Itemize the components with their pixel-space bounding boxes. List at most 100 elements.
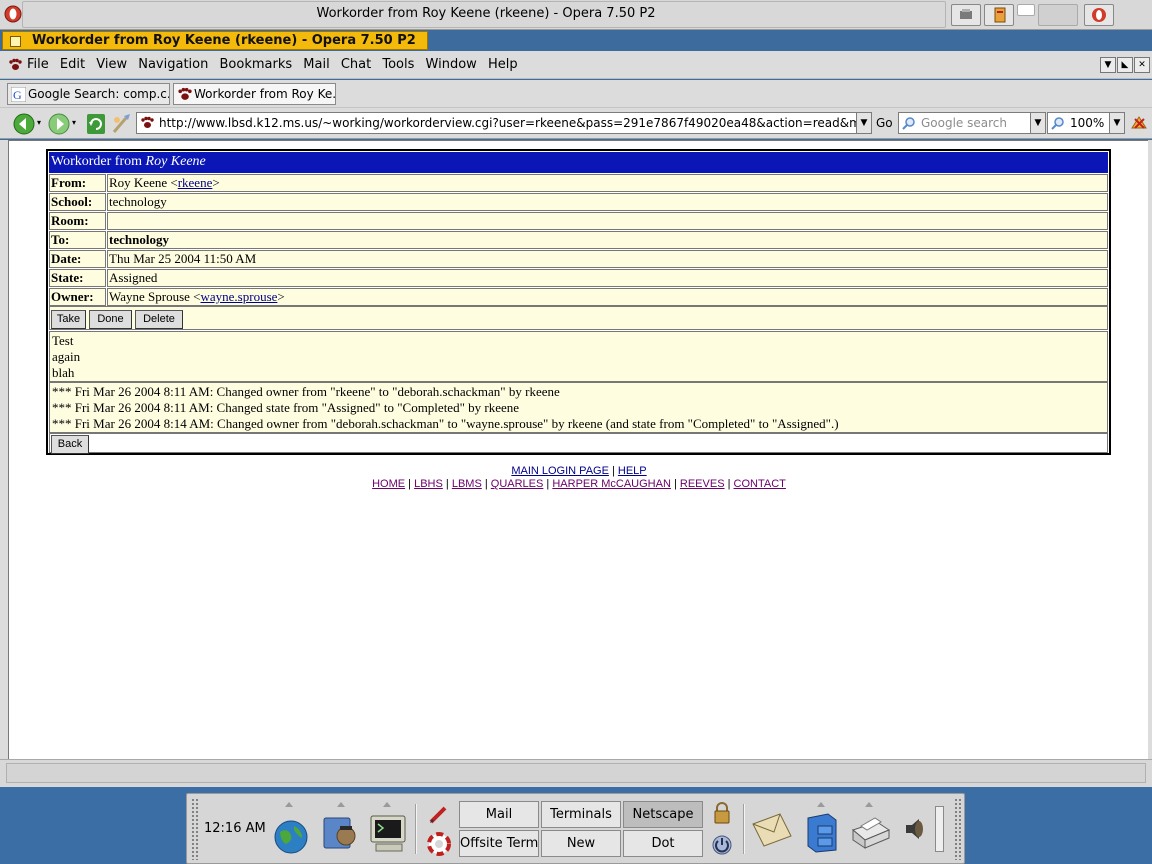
workorder-body: Test again blah <box>49 331 1108 382</box>
link-home[interactable]: HOME <box>372 478 405 490</box>
help-lifebuoy-icon[interactable] <box>427 832 451 856</box>
reload-icon[interactable] <box>86 113 106 135</box>
link-quarles[interactable]: QUARLES <box>491 478 544 490</box>
back-history-icon[interactable]: ▾ <box>37 118 41 127</box>
back-arrow-icon[interactable] <box>12 112 36 136</box>
done-button[interactable]: Done <box>89 310 132 329</box>
menu-file[interactable]: File <box>27 57 49 72</box>
link-help[interactable]: HELP <box>618 465 647 477</box>
link-contact[interactable]: CONTACT <box>734 478 786 490</box>
panel-grip-right[interactable] <box>954 798 962 860</box>
panel-separator <box>743 804 745 854</box>
task-dot[interactable]: Dot <box>623 830 703 857</box>
workorder-box: Workorder from Roy Keene From: Roy Keene… <box>46 149 1111 455</box>
panel-clock[interactable]: 12:16 AM <box>204 821 266 836</box>
owner-suffix: > <box>277 289 285 304</box>
link-main-login-page[interactable]: MAIN LOGIN PAGE <box>511 465 609 477</box>
school-label: School: <box>49 193 106 211</box>
footer-sep: | <box>484 478 488 490</box>
paw-menu-icon[interactable] <box>8 58 22 72</box>
search-input[interactable]: Google search <box>898 112 1034 134</box>
file-manager-menu-arrow[interactable] <box>337 802 345 807</box>
shade-button[interactable] <box>951 4 981 26</box>
zoom-field[interactable]: 100% <box>1047 112 1113 134</box>
menu-help[interactable]: Help <box>488 57 518 72</box>
page-viewport: Workorder from Roy Keene From: Roy Keene… <box>8 140 1148 759</box>
stop-icon[interactable] <box>1130 114 1148 132</box>
from-email-link[interactable]: rkeene <box>178 175 213 190</box>
link-lbms[interactable]: LBMS <box>452 478 482 490</box>
take-button[interactable]: Take <box>51 310 86 329</box>
mdi-close-button[interactable]: ✕ <box>1134 57 1150 73</box>
menu-window[interactable]: Window <box>426 57 477 72</box>
menu-edit[interactable]: Edit <box>60 57 85 72</box>
lock-icon[interactable] <box>712 801 732 825</box>
desktop-panel: 12:16 AM Mail Terminals Netscape Offsite… <box>186 793 965 864</box>
body-line: blah <box>52 365 75 380</box>
file-manager-icon[interactable] <box>320 812 360 852</box>
delete-button[interactable]: Delete <box>135 310 183 329</box>
link-reeves[interactable]: REEVES <box>680 478 725 490</box>
workorder-header-prefix: Workorder from <box>51 154 143 169</box>
tab-label: Workorder from Roy Ke... <box>194 87 336 101</box>
window-border-left <box>0 140 8 759</box>
minimize-button[interactable] <box>1017 4 1035 16</box>
globe-icon[interactable] <box>272 818 310 856</box>
address-dropdown-button[interactable]: ▼ <box>856 112 872 134</box>
document-title-tab[interactable]: Workorder from Roy Keene (rkeene) - Oper… <box>2 31 428 50</box>
zoom-dropdown[interactable]: ▼ <box>1109 112 1125 134</box>
mail-envelope-icon[interactable] <box>750 810 794 850</box>
task-new[interactable]: New <box>541 830 621 857</box>
back-button[interactable]: Back <box>51 435 89 454</box>
forward-arrow-icon[interactable] <box>47 112 71 136</box>
text-editor-icon[interactable] <box>427 802 451 826</box>
field-owner: Owner: Wayne Sprouse <wayne.sprouse> <box>49 288 1108 306</box>
speaker-icon[interactable] <box>903 816 927 842</box>
menu-navigation[interactable]: Navigation <box>138 57 208 72</box>
room-value <box>107 212 1108 230</box>
link-lbhs[interactable]: LBHS <box>414 478 443 490</box>
sticky-button[interactable] <box>984 4 1014 26</box>
tab-workorder[interactable]: Workorder from Roy Ke... <box>173 83 336 105</box>
printer-menu-arrow[interactable] <box>865 802 873 807</box>
window-title: Workorder from Roy Keene (rkeene) - Oper… <box>316 6 656 21</box>
menu-mail[interactable]: Mail <box>303 57 329 72</box>
menu-view[interactable]: View <box>96 57 127 72</box>
mdi-minimize-button[interactable]: ▼ <box>1100 57 1116 73</box>
task-netscape[interactable]: Netscape <box>623 801 703 828</box>
tab-google-search[interactable]: G Google Search: comp.c... <box>7 83 170 105</box>
address-toolbar: ▾ ▾ http://www.lbsd.k12.ms.us/~working/w… <box>0 108 1152 139</box>
go-button[interactable]: Go <box>876 116 893 130</box>
body-line: again <box>52 349 81 364</box>
file-cabinet-menu-arrow[interactable] <box>817 802 825 807</box>
terminal-icon[interactable] <box>368 812 408 854</box>
menu-bookmarks[interactable]: Bookmarks <box>220 57 293 72</box>
globe-menu-arrow[interactable] <box>285 802 293 807</box>
wand-icon[interactable] <box>110 112 134 136</box>
search-engine-dropdown[interactable]: ▼ <box>1030 112 1046 134</box>
panel-grip-left[interactable] <box>191 798 199 860</box>
address-input[interactable]: http://www.lbsd.k12.ms.us/~working/worko… <box>136 112 872 134</box>
log-entry: *** Fri Mar 26 2004 8:11 AM: Changed sta… <box>52 400 520 415</box>
power-icon[interactable] <box>711 834 733 856</box>
file-cabinet-icon[interactable] <box>802 810 842 854</box>
printer-icon[interactable] <box>849 812 893 852</box>
terminal-menu-arrow[interactable] <box>383 802 391 807</box>
maximize-button[interactable] <box>1038 4 1078 26</box>
menu-chat[interactable]: Chat <box>341 57 371 72</box>
forward-history-icon[interactable]: ▾ <box>72 118 76 127</box>
footer-sep: | <box>673 478 677 490</box>
owner-email-link[interactable]: wayne.sprouse <box>201 289 278 304</box>
window-title-bar[interactable]: Workorder from Roy Keene (rkeene) - Oper… <box>0 0 1152 30</box>
field-from: From: Roy Keene <rkeene> <box>49 174 1108 192</box>
app-menu-button[interactable] <box>1084 4 1114 26</box>
mdi-restore-button[interactable]: ◣ <box>1117 57 1133 73</box>
volume-slider[interactable] <box>935 806 944 852</box>
link-harper-mccaughan[interactable]: HARPER McCAUGHAN <box>552 478 671 490</box>
menu-tools[interactable]: Tools <box>382 57 414 72</box>
sticky-icon <box>994 7 1006 23</box>
task-mail[interactable]: Mail <box>459 801 539 828</box>
task-offsite-term[interactable]: Offsite Term <box>459 830 539 857</box>
task-terminals[interactable]: Terminals <box>541 801 621 828</box>
search-icon <box>902 117 915 130</box>
